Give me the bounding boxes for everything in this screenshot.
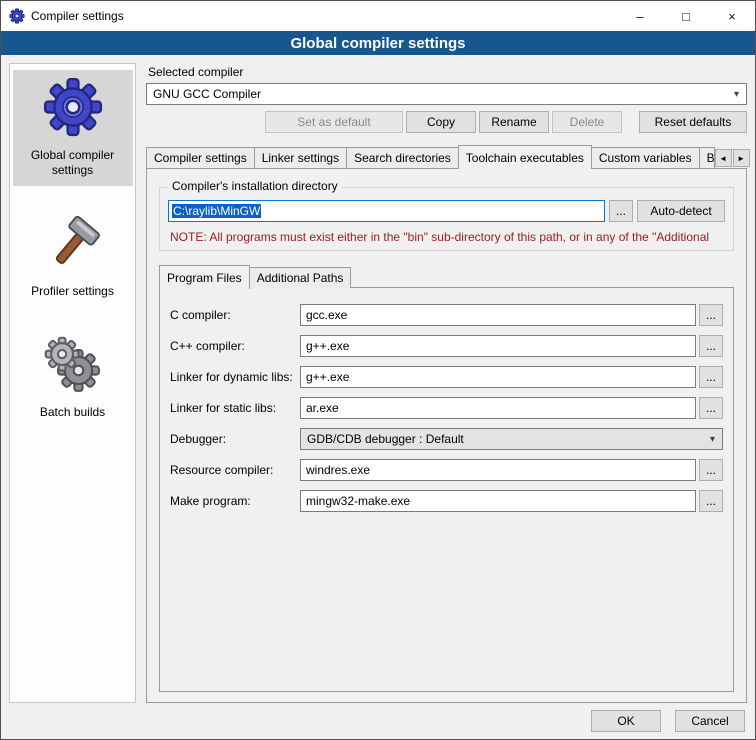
- reset-defaults-button[interactable]: Reset defaults: [639, 111, 747, 133]
- field-label: Linker for static libs:: [170, 401, 300, 415]
- tab-scroll-buttons: ◄ ►: [715, 149, 750, 168]
- resource-compiler-row: Resource compiler: ...: [170, 459, 723, 481]
- linker-dynamic-row: Linker for dynamic libs: ...: [170, 366, 723, 388]
- toolchain-executables-panel: Compiler's installation directory C:\ray…: [146, 168, 747, 703]
- linker-dynamic-browse-button[interactable]: ...: [699, 366, 723, 388]
- dialog-content: Global compiler settings Profiler settin…: [1, 55, 755, 703]
- tab-build-options[interactable]: Buil: [699, 147, 715, 168]
- c-compiler-row: C compiler: ...: [170, 304, 723, 326]
- compiler-settings-window: Compiler settings – □ × Global compiler …: [0, 0, 756, 740]
- note-text: NOTE: All programs must exist either in …: [170, 230, 725, 244]
- field-label: Make program:: [170, 494, 300, 508]
- ok-button[interactable]: OK: [591, 710, 661, 732]
- field-label: Debugger:: [170, 432, 300, 446]
- app-gear-icon: [9, 8, 25, 24]
- chevron-down-icon: ▾: [707, 434, 718, 445]
- field-label: Resource compiler:: [170, 463, 300, 477]
- hammer-icon: [43, 214, 103, 274]
- sidebar-item-profiler-settings[interactable]: Profiler settings: [13, 208, 133, 307]
- window-title: Compiler settings: [31, 9, 124, 23]
- compiler-select[interactable]: GNU GCC Compiler ▾: [146, 83, 747, 105]
- tab-toolchain-executables[interactable]: Toolchain executables: [458, 145, 592, 169]
- tab-scroll-right-icon[interactable]: ►: [733, 149, 750, 167]
- auto-detect-button[interactable]: Auto-detect: [637, 200, 725, 222]
- linker-dynamic-input[interactable]: [300, 366, 696, 388]
- sidebar: Global compiler settings Profiler settin…: [9, 63, 136, 703]
- main-panel: Selected compiler GNU GCC Compiler ▾ Set…: [146, 63, 747, 703]
- make-program-input[interactable]: [300, 490, 696, 512]
- close-button[interactable]: ×: [709, 1, 755, 31]
- selected-compiler-label: Selected compiler: [148, 65, 747, 79]
- debugger-select-value: GDB/CDB debugger : Default: [307, 432, 464, 446]
- resource-compiler-browse-button[interactable]: ...: [699, 459, 723, 481]
- dialog-footer: OK Cancel: [1, 703, 755, 739]
- debugger-select[interactable]: GDB/CDB debugger : Default ▾: [300, 428, 723, 450]
- program-tabs: Program Files Additional Paths: [159, 265, 734, 288]
- compiler-buttons-row: Set as default Copy Rename Delete Reset …: [146, 111, 747, 133]
- dialog-header: Global compiler settings: [1, 31, 755, 55]
- subtab-additional-paths[interactable]: Additional Paths: [249, 267, 352, 288]
- tab-compiler-settings[interactable]: Compiler settings: [146, 147, 255, 168]
- installation-directory-input[interactable]: C:\raylib\MinGW: [168, 200, 605, 222]
- field-label: C++ compiler:: [170, 339, 300, 353]
- settings-tabs: Compiler settings Linker settings Search…: [146, 145, 747, 168]
- maximize-button[interactable]: □: [663, 1, 709, 31]
- copy-button[interactable]: Copy: [406, 111, 476, 133]
- make-program-row: Make program: ...: [170, 490, 723, 512]
- gray-gears-icon: [43, 335, 103, 395]
- sidebar-item-label: Global compiler settings: [15, 148, 131, 178]
- linker-static-browse-button[interactable]: ...: [699, 397, 723, 419]
- sidebar-item-global-compiler-settings[interactable]: Global compiler settings: [13, 70, 133, 186]
- rename-button[interactable]: Rename: [479, 111, 549, 133]
- sidebar-item-batch-builds[interactable]: Batch builds: [13, 329, 133, 428]
- cancel-button[interactable]: Cancel: [675, 710, 745, 732]
- debugger-row: Debugger: GDB/CDB debugger : Default ▾: [170, 428, 723, 450]
- resource-compiler-input[interactable]: [300, 459, 696, 481]
- tab-linker-settings[interactable]: Linker settings: [254, 147, 347, 168]
- cpp-compiler-browse-button[interactable]: ...: [699, 335, 723, 357]
- tab-search-directories[interactable]: Search directories: [346, 147, 459, 168]
- c-compiler-input[interactable]: [300, 304, 696, 326]
- program-files-panel: C compiler: ... C++ compiler: ... Linker…: [159, 287, 734, 692]
- make-program-browse-button[interactable]: ...: [699, 490, 723, 512]
- cpp-compiler-input[interactable]: [300, 335, 696, 357]
- path-selected-text: C:\raylib\MinGW: [172, 204, 261, 218]
- set-as-default-button[interactable]: Set as default: [265, 111, 403, 133]
- blue-gear-icon: [42, 76, 104, 138]
- titlebar: Compiler settings – □ ×: [1, 1, 755, 31]
- linker-static-input[interactable]: [300, 397, 696, 419]
- installation-directory-row: C:\raylib\MinGW ... Auto-detect: [168, 200, 725, 222]
- sidebar-item-label: Batch builds: [40, 405, 105, 420]
- subtab-program-files[interactable]: Program Files: [159, 265, 250, 289]
- directory-browse-button[interactable]: ...: [609, 200, 633, 222]
- compiler-select-value: GNU GCC Compiler: [153, 87, 261, 101]
- field-label: Linker for dynamic libs:: [170, 370, 300, 384]
- delete-button[interactable]: Delete: [552, 111, 622, 133]
- sidebar-item-label: Profiler settings: [31, 284, 114, 299]
- c-compiler-browse-button[interactable]: ...: [699, 304, 723, 326]
- group-title: Compiler's installation directory: [168, 179, 342, 193]
- field-label: C compiler:: [170, 308, 300, 322]
- installation-directory-group: Compiler's installation directory C:\ray…: [159, 187, 734, 251]
- linker-static-row: Linker for static libs: ...: [170, 397, 723, 419]
- tab-scroll-left-icon[interactable]: ◄: [715, 149, 732, 167]
- minimize-button[interactable]: –: [617, 1, 663, 31]
- tab-custom-variables[interactable]: Custom variables: [591, 147, 700, 168]
- cpp-compiler-row: C++ compiler: ...: [170, 335, 723, 357]
- chevron-down-icon: ▾: [731, 89, 742, 100]
